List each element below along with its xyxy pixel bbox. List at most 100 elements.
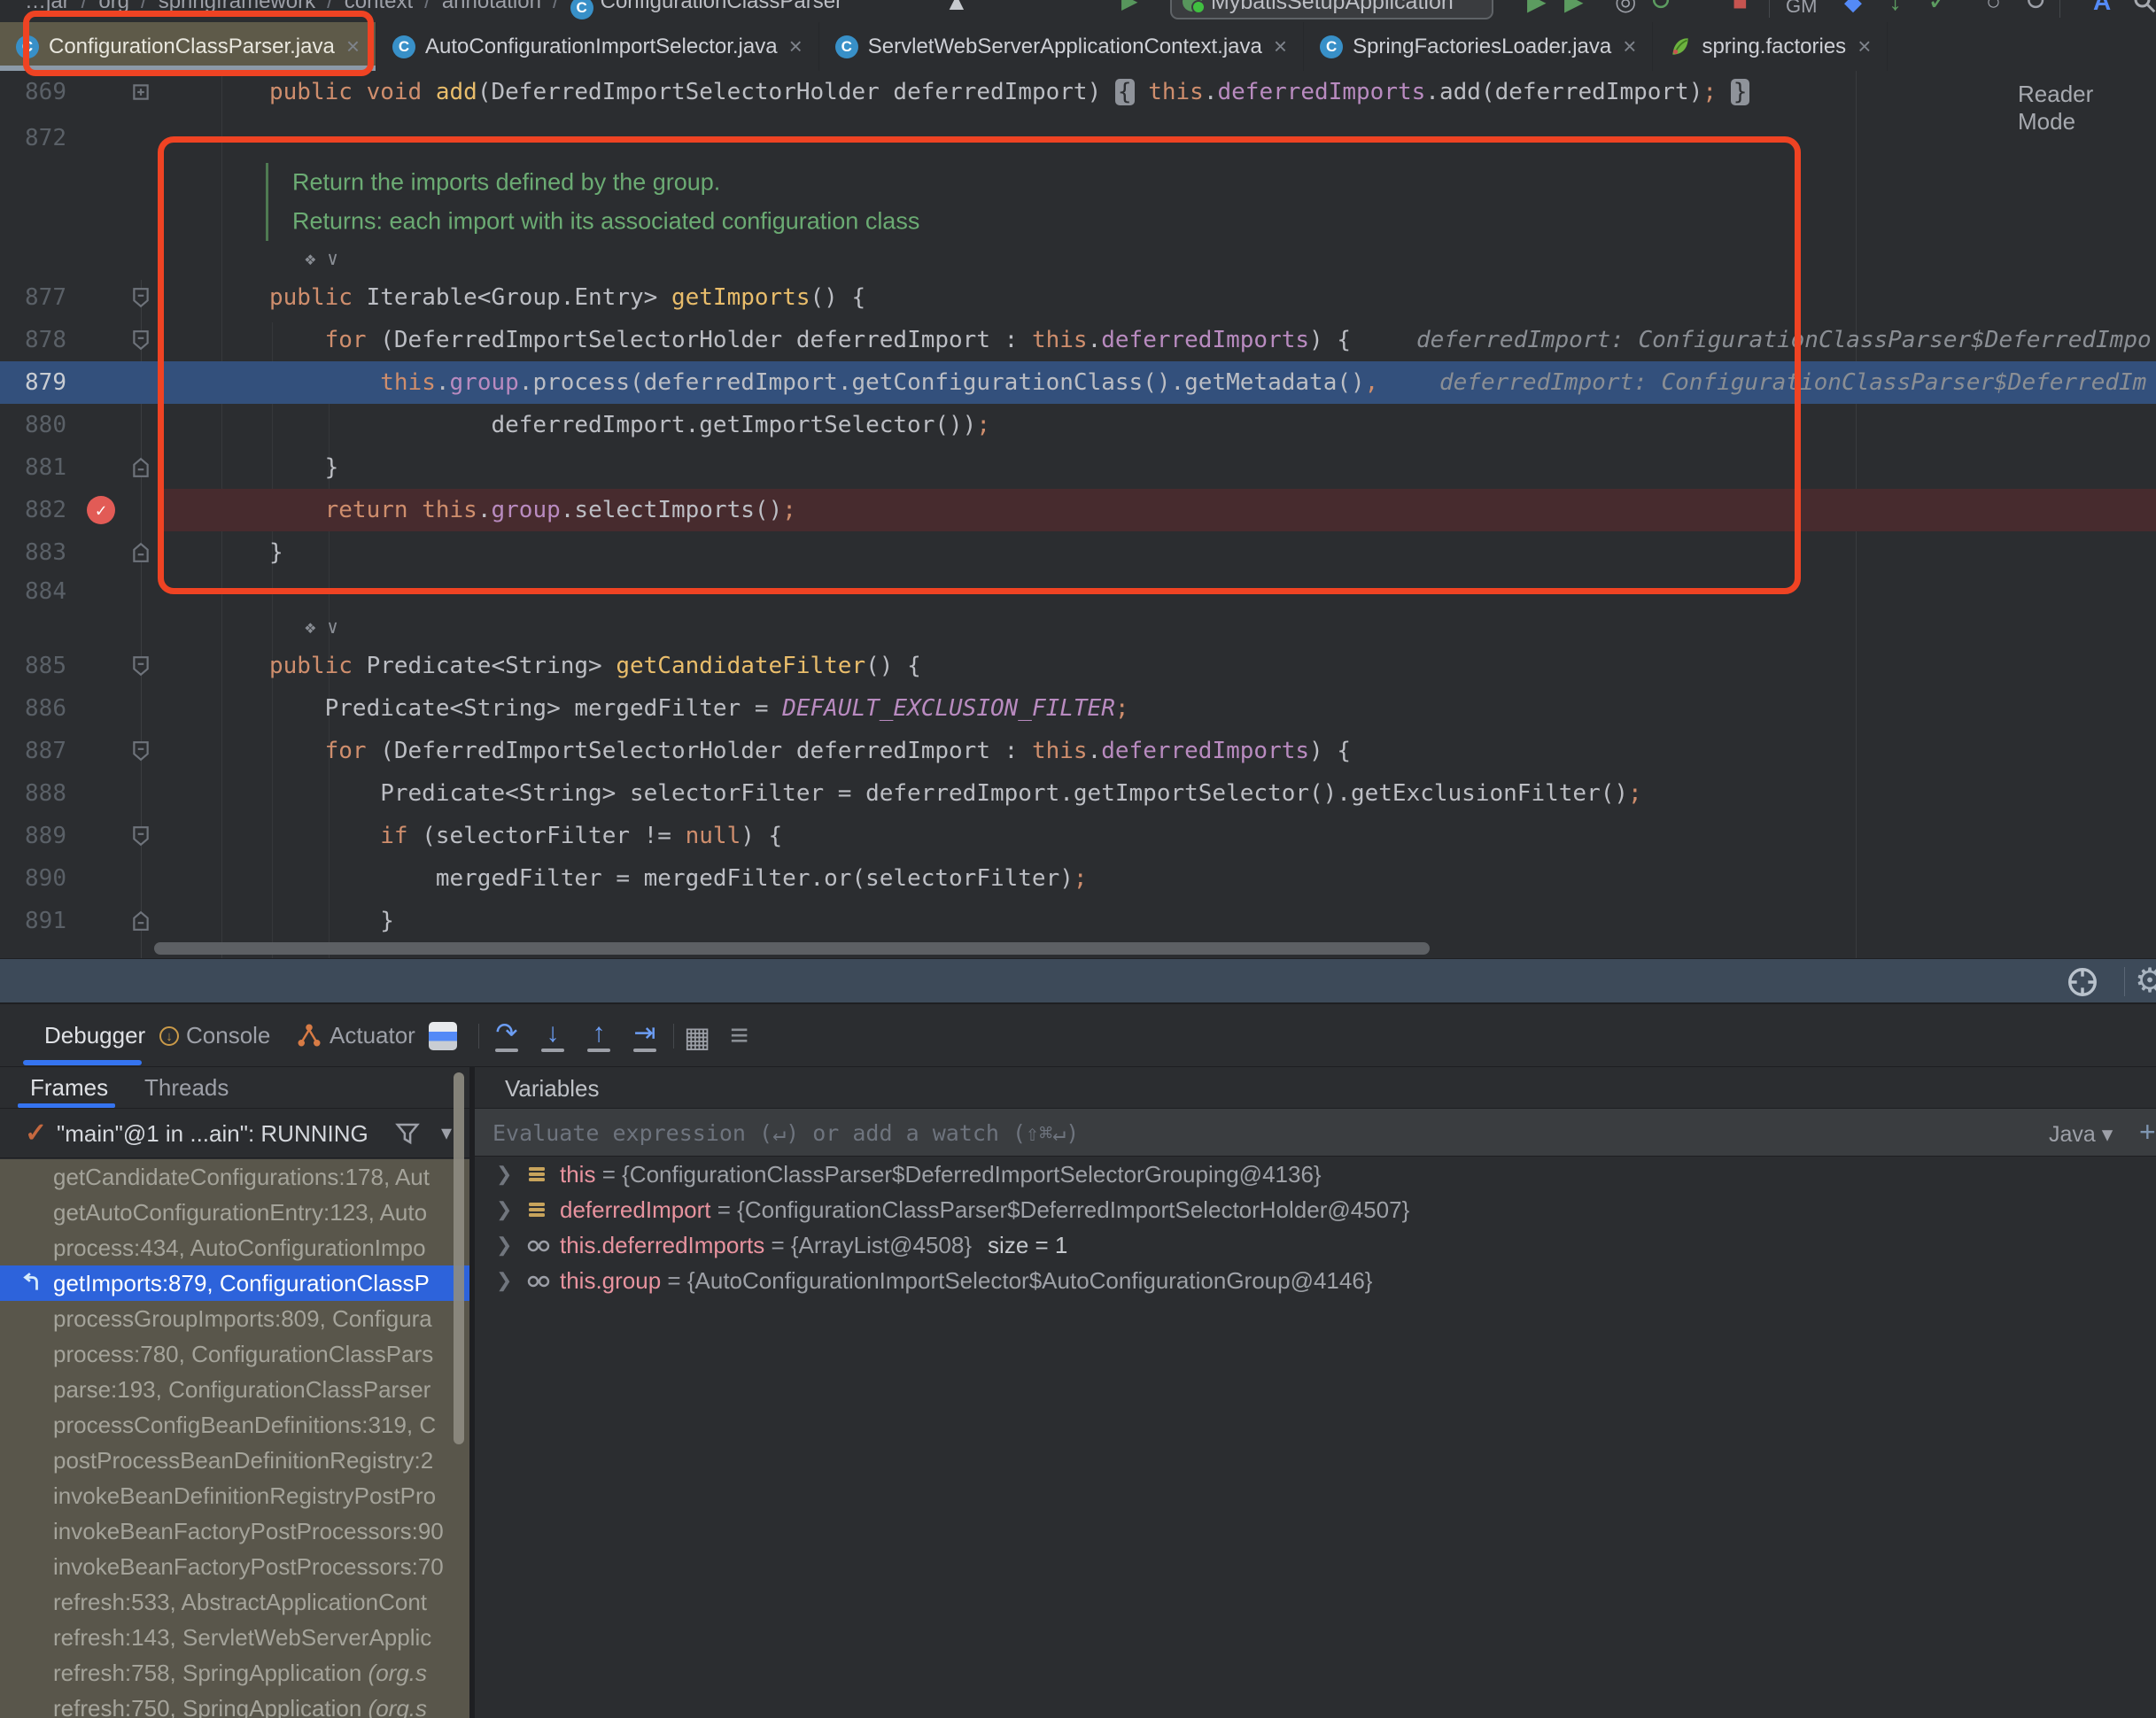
play-icon[interactable]: ▶	[1527, 0, 1547, 15]
coverage-icon[interactable]: ◎	[1615, 0, 1636, 15]
horizontal-scrollbar[interactable]	[154, 942, 1430, 955]
fold-open-icon[interactable]	[131, 655, 151, 677]
frame-row[interactable]: process:434, AutoConfigurationImpo	[0, 1230, 469, 1265]
down-icon[interactable]: ↓	[1888, 0, 1902, 15]
step-into-icon[interactable]: ↓	[535, 1018, 570, 1054]
editor-tab[interactable]: CConfigurationClassParser.java×	[0, 22, 376, 71]
breadcrumb[interactable]: …jar/org/springframework/context/annotat…	[25, 0, 842, 19]
settings-icon[interactable]: ≡	[730, 1017, 748, 1054]
tab-console[interactable]: Console	[186, 1004, 270, 1066]
thread-selector[interactable]: ✓ "main"@1 in ...ain": RUNNING ▾	[0, 1109, 469, 1158]
ai-assistant-icon[interactable]: ❖ ∨	[305, 616, 338, 638]
frame-row[interactable]: parse:193, ConfigurationClassParser	[0, 1372, 469, 1407]
breakpoint-icon[interactable]: ✓	[87, 496, 115, 524]
reader-mode-button[interactable]: Reader Mode	[2018, 81, 2156, 135]
debug-icon[interactable]: ▶	[1564, 0, 1584, 15]
breadcrumb-item[interactable]: …jar	[25, 0, 70, 13]
frame-row[interactable]: postProcessBeanDefinitionRegistry:2	[0, 1443, 469, 1478]
frame-row[interactable]: processConfigBeanDefinitions:319, C	[0, 1407, 469, 1443]
frame-row[interactable]: refresh:533, AbstractApplicationCont	[0, 1584, 469, 1620]
frame-row[interactable]: getAutoConfigurationEntry:123, Auto	[0, 1195, 469, 1230]
ai-assistant-icon[interactable]: ❖ ∨	[305, 248, 338, 269]
frames-scrollbar[interactable]	[454, 1072, 464, 1444]
run-configuration-widget[interactable]: MybatisSetupApplication	[1170, 0, 1493, 19]
frame-row[interactable]: invokeBeanDefinitionRegistryPostPro	[0, 1478, 469, 1513]
tab-frames[interactable]: Frames	[30, 1067, 108, 1108]
frame-row[interactable]: refresh:143, ServletWebServerApplic	[0, 1620, 469, 1655]
editor-tab[interactable]: spring.factories×	[1653, 22, 1888, 71]
target-icon[interactable]	[2066, 965, 2099, 999]
fold-open-icon[interactable]	[131, 329, 151, 351]
code-text: }	[269, 539, 283, 566]
layout-icon[interactable]	[429, 1022, 457, 1050]
chevron-right-icon[interactable]: ❯	[496, 1192, 512, 1227]
chevron-down-icon[interactable]: ▾	[441, 1120, 452, 1146]
close-icon[interactable]: ×	[1623, 33, 1636, 60]
fold-close-icon[interactable]	[131, 457, 151, 478]
breadcrumb-item[interactable]: org	[98, 0, 129, 13]
editor-tab[interactable]: CSpringFactoriesLoader.java×	[1304, 22, 1653, 71]
fold-close-icon[interactable]	[131, 910, 151, 932]
close-icon[interactable]: ×	[789, 33, 803, 60]
frame-row[interactable]: process:780, ConfigurationClassPars	[0, 1336, 469, 1372]
annotate-icon[interactable]: A	[2093, 0, 2111, 15]
gear-icon[interactable]: ⚙	[2135, 961, 2156, 1001]
fold-open-icon[interactable]	[131, 740, 151, 762]
fold-plus-icon[interactable]	[131, 81, 151, 103]
variables-list[interactable]: ❯this = {ConfigurationClassParser$Deferr…	[475, 1157, 2156, 1718]
code-editor[interactable]: 869public void add(DeferredImportSelecto…	[0, 71, 2156, 958]
update-icon[interactable]: ◆	[1844, 0, 1862, 15]
frame-row[interactable]: getImports:879, ConfigurationClassP	[0, 1265, 469, 1301]
breadcrumb-item[interactable]: annotation	[442, 0, 541, 13]
stop-icon[interactable]: ■	[1733, 0, 1748, 15]
variable-row[interactable]: ❯deferredImport = {ConfigurationClassPar…	[475, 1192, 2156, 1227]
fold-close-icon[interactable]	[131, 542, 151, 563]
editor-tab[interactable]: CAutoConfigurationImportSelector.java×	[376, 22, 819, 71]
class-icon: C	[392, 35, 415, 58]
commit-icon[interactable]: ✓	[1927, 0, 1950, 15]
breadcrumb-item[interactable]: context	[345, 0, 413, 13]
rollback-icon[interactable]: ↺	[2025, 0, 2047, 15]
frame-row[interactable]: getCandidateConfigurations:178, Aut	[0, 1159, 469, 1195]
profiler-icon[interactable]: ○	[1986, 0, 2001, 15]
evaluate-expression-input[interactable]: Evaluate expression (↵) or add a watch (…	[475, 1109, 2156, 1157]
variable-row[interactable]: ❯this.group = {AutoConfigurationImportSe…	[475, 1263, 2156, 1298]
frames-list[interactable]: getCandidateConfigurations:178, AutgetAu…	[0, 1159, 469, 1718]
frame-row[interactable]: refresh:750, SpringApplication (org.s	[0, 1691, 469, 1718]
language-selector[interactable]: Java ▾	[2049, 1121, 2113, 1148]
add-watch-icon[interactable]: +	[2139, 1116, 2156, 1149]
rerun-icon[interactable]: ↻	[1649, 0, 1671, 15]
close-icon[interactable]: ×	[1274, 33, 1287, 60]
frame-row[interactable]: invokeBeanFactoryPostProcessors:70	[0, 1549, 469, 1584]
run-leaf-icon[interactable]: ▶	[1121, 0, 1137, 15]
variable-row[interactable]: ❯this = {ConfigurationClassParser$Deferr…	[475, 1157, 2156, 1192]
chevron-right-icon[interactable]: ❯	[496, 1263, 512, 1298]
editor-tab[interactable]: CServletWebServerApplicationContext.java…	[819, 22, 1304, 71]
fold-open-icon[interactable]	[131, 287, 151, 308]
search-icon[interactable]	[2131, 0, 2156, 20]
close-icon[interactable]: ×	[1857, 33, 1871, 60]
variable-row[interactable]: ❯this.deferredImports = {ArrayList@4508}…	[475, 1227, 2156, 1263]
fold-open-icon[interactable]	[131, 825, 151, 847]
filter-icon[interactable]	[394, 1120, 421, 1147]
code-line-881: 881 }	[0, 446, 2156, 489]
chevron-right-icon[interactable]: ❯	[496, 1157, 512, 1192]
chevron-right-icon[interactable]: ❯	[496, 1227, 512, 1263]
evaluate-icon[interactable]: ▦	[684, 1020, 710, 1054]
vcs-widget[interactable]: GM	[1786, 0, 1817, 19]
run-to-cursor-icon[interactable]: ⇥	[627, 1018, 663, 1054]
step-out-icon[interactable]: ↑	[581, 1018, 617, 1054]
tab-actuator[interactable]: Actuator	[330, 1004, 415, 1066]
tab-debugger[interactable]: Debugger	[44, 1004, 145, 1066]
editor-tab-bar: CConfigurationClassParser.java×CAutoConf…	[0, 22, 2156, 72]
frame-row[interactable]: processGroupImports:809, Configura	[0, 1301, 469, 1336]
doc-comment-bar	[266, 163, 268, 202]
breadcrumb-item[interactable]: springframework	[159, 0, 315, 13]
close-icon[interactable]: ×	[346, 33, 360, 60]
build-icon[interactable]: ▲	[944, 0, 969, 15]
frame-row[interactable]: invokeBeanFactoryPostProcessors:90	[0, 1513, 469, 1549]
frame-row[interactable]: refresh:758, SpringApplication (org.s	[0, 1655, 469, 1691]
step-over-icon[interactable]: ↷	[489, 1018, 524, 1054]
tab-threads[interactable]: Threads	[144, 1067, 229, 1108]
breadcrumb-item[interactable]: ConfigurationClassParser	[601, 0, 842, 13]
